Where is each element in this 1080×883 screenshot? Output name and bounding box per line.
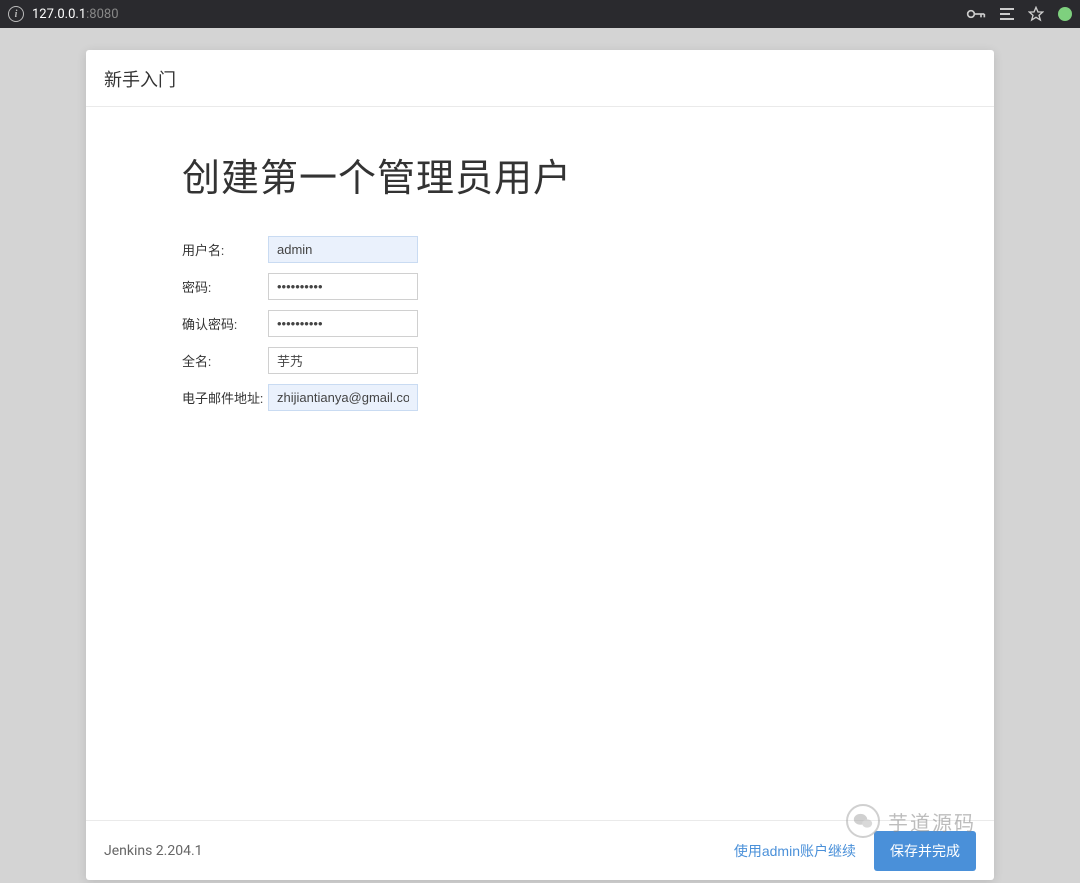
url-host: 127.0.0.1 bbox=[32, 7, 86, 22]
profile-indicator[interactable] bbox=[1058, 7, 1072, 21]
page-background: 新手入门 创建第一个管理员用户 用户名: 密码: 确认密码: 全名: 电子邮件 bbox=[0, 28, 1080, 883]
version-text: Jenkins 2.204.1 bbox=[104, 843, 734, 859]
form-row-confirm-password: 确认密码: bbox=[182, 310, 994, 337]
info-icon: i bbox=[8, 6, 24, 22]
confirm-password-label: 确认密码: bbox=[182, 314, 268, 333]
fullname-input[interactable] bbox=[268, 347, 418, 374]
setup-wizard-modal: 新手入门 创建第一个管理员用户 用户名: 密码: 确认密码: 全名: 电子邮件 bbox=[86, 50, 994, 880]
page-title: 创建第一个管理员用户 bbox=[182, 147, 994, 202]
form-row-password: 密码: bbox=[182, 273, 994, 300]
url-port: :8080 bbox=[86, 7, 118, 22]
form-row-email: 电子邮件地址: bbox=[182, 384, 994, 411]
username-label: 用户名: bbox=[182, 240, 268, 259]
key-icon[interactable] bbox=[966, 8, 986, 20]
browser-address-bar: i 127.0.0.1:8080 bbox=[0, 0, 1080, 28]
username-input[interactable] bbox=[268, 236, 418, 263]
save-finish-button[interactable]: 保存并完成 bbox=[874, 831, 976, 871]
browser-toolbar-right bbox=[966, 6, 1072, 22]
fullname-label: 全名: bbox=[182, 351, 268, 370]
url-text: 127.0.0.1:8080 bbox=[32, 7, 119, 22]
email-input[interactable] bbox=[268, 384, 418, 411]
form-row-fullname: 全名: bbox=[182, 347, 994, 374]
modal-header: 新手入门 bbox=[86, 50, 994, 107]
modal-title: 新手入门 bbox=[104, 70, 176, 91]
reader-icon[interactable] bbox=[1000, 7, 1014, 21]
password-input[interactable] bbox=[268, 273, 418, 300]
modal-body: 创建第一个管理员用户 用户名: 密码: 确认密码: 全名: 电子邮件地址: bbox=[86, 107, 994, 820]
form-row-username: 用户名: bbox=[182, 236, 994, 263]
password-label: 密码: bbox=[182, 277, 268, 296]
email-label: 电子邮件地址: bbox=[182, 388, 268, 407]
modal-footer: Jenkins 2.204.1 使用admin账户继续 保存并完成 bbox=[86, 820, 994, 880]
star-icon[interactable] bbox=[1028, 6, 1044, 22]
skip-admin-button[interactable]: 使用admin账户继续 bbox=[734, 841, 856, 861]
confirm-password-input[interactable] bbox=[268, 310, 418, 337]
